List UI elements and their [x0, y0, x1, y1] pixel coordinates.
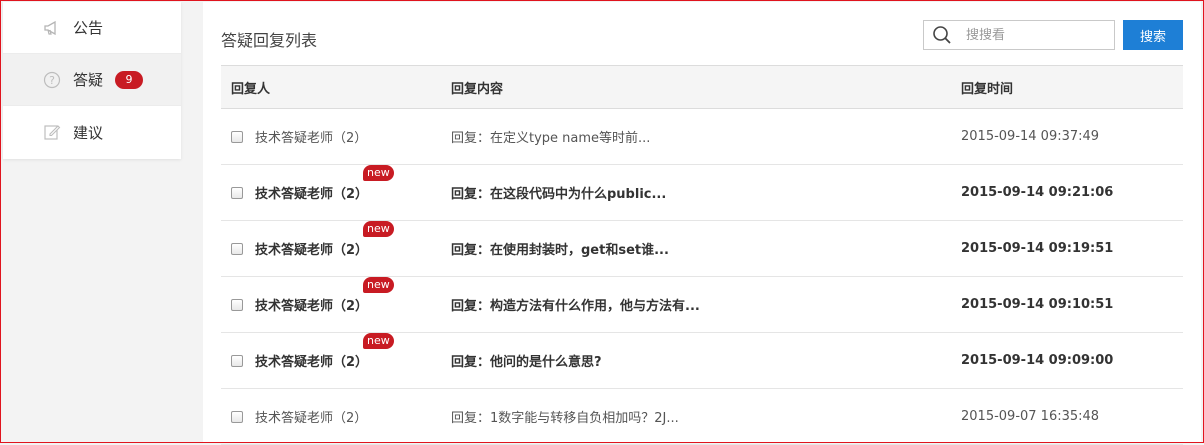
- search-icon: [932, 24, 954, 46]
- reply-time: 2015-09-14 09:21:06: [961, 185, 1114, 200]
- reply-time: 2015-09-07 16:35:48: [961, 409, 1100, 424]
- svg-text:?: ?: [49, 74, 55, 87]
- row-checkbox[interactable]: [231, 186, 243, 199]
- reply-sender: 技术答疑老师（2）: [255, 243, 369, 258]
- reply-content[interactable]: 回复：构造方法有什么作用，他与方法有...: [451, 295, 961, 314]
- question-circle-icon: ?: [43, 71, 61, 89]
- search-box[interactable]: [923, 20, 1115, 50]
- reply-time: 2015-09-14 09:10:51: [961, 297, 1114, 312]
- reply-content[interactable]: 回复：在这段代码中为什么public...: [451, 183, 961, 202]
- sidebar-item-label: 答疑: [73, 71, 104, 89]
- reply-sender-wrap: 技术答疑老师（2） new: [255, 221, 394, 258]
- main-panel: 答疑回复列表 搜索 回复人 回复内容 回复时间 技术答疑老师（2） 回复：在定义…: [203, 2, 1201, 445]
- reply-content[interactable]: 回复：他问的是什么意思?: [451, 351, 961, 370]
- column-header-sender: 回复人: [231, 81, 271, 97]
- row-checkbox[interactable]: [231, 410, 243, 423]
- row-checkbox[interactable]: [231, 130, 243, 143]
- sidebar: 公告 ? 答疑 9 建议: [3, 2, 181, 159]
- reply-time: 2015-09-14 09:09:00: [961, 353, 1114, 368]
- column-header-content: 回复内容: [451, 81, 504, 97]
- reply-time: 2015-09-14 09:37:49: [961, 129, 1100, 144]
- new-badge: new: [363, 221, 394, 237]
- megaphone-icon: [43, 19, 61, 37]
- row-checkbox[interactable]: [231, 354, 243, 367]
- edit-icon: [43, 123, 61, 141]
- reply-sender: 技术答疑老师（2）: [255, 187, 369, 202]
- search-button[interactable]: 搜索: [1123, 20, 1183, 50]
- table-header: 回复人 回复内容 回复时间: [221, 65, 1183, 109]
- reply-sender: 技术答疑老师（2）: [255, 299, 369, 314]
- table-row[interactable]: 技术答疑老师（2） 回复：在定义type name等时前... 2015-09-…: [221, 109, 1183, 165]
- table-row[interactable]: 技术答疑老师（2） new 回复：他问的是什么意思? 2015-09-14 09:…: [221, 333, 1183, 389]
- table-row[interactable]: 技术答疑老师（2） new 回复：在使用封装时，get和set谁... 2015-…: [221, 221, 1183, 277]
- sidebar-item-qa[interactable]: ? 答疑 9: [3, 54, 181, 106]
- table-row[interactable]: 技术答疑老师（2） 回复：1数字能与转移自负相加吗？2J... 2015-09-…: [221, 389, 1183, 445]
- sidebar-item-label: 公告: [73, 19, 104, 37]
- reply-sender-wrap: 技术答疑老师（2） new: [255, 277, 394, 314]
- reply-content[interactable]: 回复：在定义type name等时前...: [451, 127, 961, 146]
- sidebar-item-announcement[interactable]: 公告: [3, 2, 181, 54]
- sidebar-item-label: 建议: [73, 123, 104, 142]
- table-row[interactable]: 技术答疑老师（2） new 回复：构造方法有什么作用，他与方法有... 2015-…: [221, 277, 1183, 333]
- reply-sender-wrap: 技术答疑老师（2） new: [255, 165, 394, 202]
- new-badge: new: [363, 277, 394, 293]
- new-badge: new: [363, 333, 394, 349]
- reply-content[interactable]: 回复：1数字能与转移自负相加吗？2J...: [451, 407, 961, 426]
- page-title: 答疑回复列表: [221, 31, 318, 50]
- row-checkbox[interactable]: [231, 242, 243, 255]
- table-row[interactable]: 技术答疑老师（2） new 回复：在这段代码中为什么public... 2015-…: [221, 165, 1183, 221]
- reply-sender: 技术答疑老师（2）: [255, 411, 368, 426]
- reply-sender: 技术答疑老师（2）: [255, 131, 368, 146]
- reply-time: 2015-09-14 09:19:51: [961, 241, 1114, 256]
- reply-sender-wrap: 技术答疑老师（2） new: [255, 333, 394, 370]
- reply-table: 回复人 回复内容 回复时间 技术答疑老师（2） 回复：在定义type name等…: [221, 65, 1183, 445]
- column-header-time: 回复时间: [961, 81, 1014, 97]
- search-input[interactable]: [964, 26, 1108, 44]
- unread-count-badge: 9: [115, 70, 144, 89]
- row-checkbox[interactable]: [231, 298, 243, 311]
- sidebar-item-suggestion[interactable]: 建议: [3, 106, 181, 158]
- reply-sender: 技术答疑老师（2）: [255, 355, 369, 370]
- new-badge: new: [363, 165, 394, 181]
- reply-content[interactable]: 回复：在使用封装时，get和set谁...: [451, 239, 961, 258]
